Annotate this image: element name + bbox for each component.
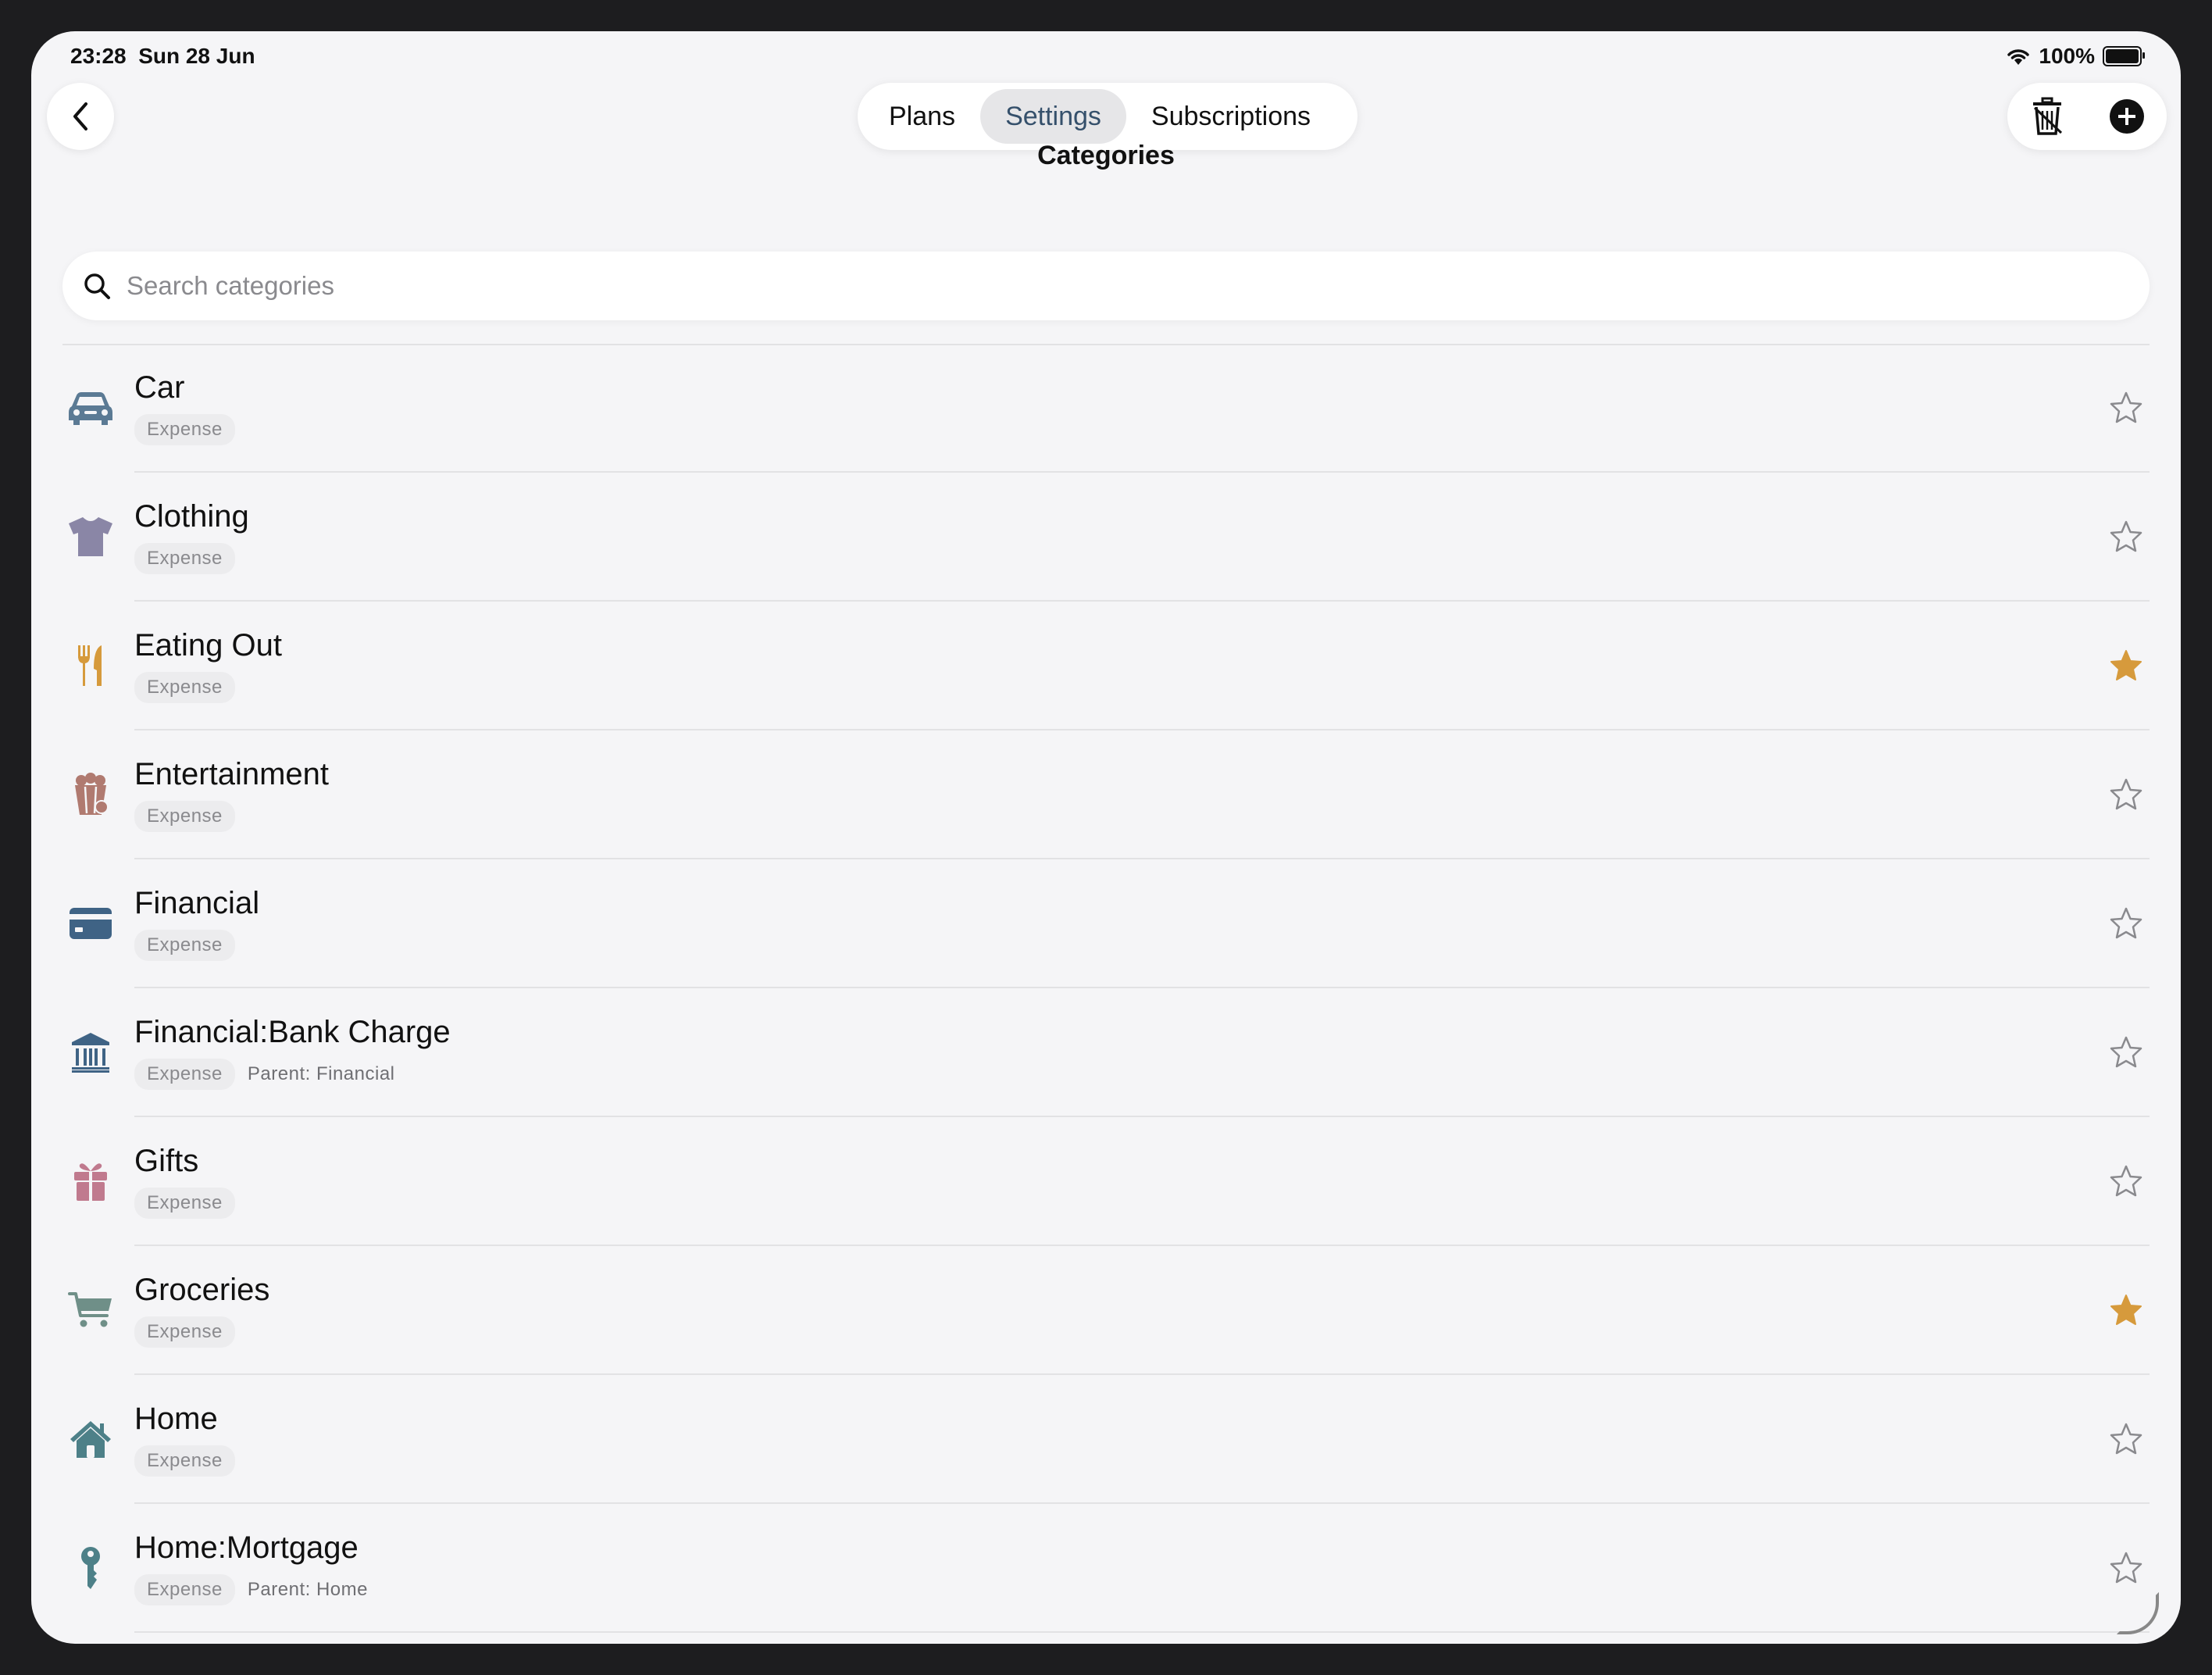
- favorite-button[interactable]: [2106, 774, 2146, 815]
- list-item[interactable]: Gifts Expense: [31, 1117, 2181, 1246]
- status-right: 100%: [2006, 44, 2145, 69]
- row-divider: [134, 1631, 2150, 1633]
- star-outline-icon: [2110, 391, 2142, 423]
- type-badge: Expense: [134, 543, 235, 574]
- type-badge: Expense: [134, 1574, 235, 1605]
- credit-card-icon: [66, 898, 116, 948]
- cart-icon: [66, 1285, 116, 1335]
- category-name: Clothing: [134, 499, 249, 534]
- app-screen: 23:28 Sun 28 Jun 100% Plans Settings Sub…: [31, 31, 2181, 1644]
- list-item[interactable]: Home Expense: [31, 1375, 2181, 1504]
- category-tags: Expense: [134, 543, 235, 574]
- favorite-button[interactable]: [2106, 1419, 2146, 1459]
- category-name: Financial:Bank Charge: [134, 1015, 451, 1049]
- category-tags: Expense: [134, 414, 235, 445]
- status-clock: 23:28: [70, 44, 127, 68]
- plus-circle-icon: [2110, 99, 2144, 134]
- type-badge: Expense: [134, 1316, 235, 1348]
- list-item[interactable]: Groceries Expense: [31, 1246, 2181, 1375]
- fork-knife-icon: [66, 641, 116, 691]
- favorite-button[interactable]: [2106, 516, 2146, 557]
- bank-icon: [66, 1027, 116, 1077]
- house-icon: [66, 1414, 116, 1464]
- search-bar[interactable]: [62, 252, 2150, 320]
- star-outline-icon: [2110, 1423, 2142, 1455]
- status-time: 23:28 Sun 28 Jun: [70, 44, 255, 69]
- category-tags: Expense: [134, 1316, 235, 1348]
- star-outline-icon: [2110, 520, 2142, 552]
- favorite-button[interactable]: [2106, 388, 2146, 428]
- favorite-button[interactable]: [2106, 1032, 2146, 1073]
- wifi-icon: [2007, 49, 2030, 65]
- gift-icon: [66, 1156, 116, 1206]
- category-name: Gifts: [134, 1144, 199, 1178]
- type-badge: Expense: [134, 414, 235, 445]
- search-input[interactable]: [125, 270, 2081, 302]
- chevron-left-icon: [73, 102, 87, 130]
- list-item[interactable]: Car Expense: [31, 344, 2181, 473]
- type-badge: Expense: [134, 930, 235, 961]
- category-name: Home: [134, 1402, 218, 1436]
- parent-label: Parent: Financial: [247, 1063, 395, 1084]
- list-item[interactable]: Financial:Bank Charge Expense Parent: Fi…: [31, 988, 2181, 1117]
- category-tags: Expense: [134, 930, 235, 961]
- star-outline-icon: [2110, 1036, 2142, 1068]
- list-item[interactable]: Entertainment Expense: [31, 730, 2181, 859]
- category-tags: Expense: [134, 801, 235, 832]
- list-item[interactable]: Financial Expense: [31, 859, 2181, 988]
- key-icon: [66, 1543, 116, 1593]
- trash-icon: [2033, 97, 2063, 135]
- category-name: Entertainment: [134, 757, 330, 791]
- category-tags: Expense: [134, 1445, 235, 1477]
- star-filled-icon: [2110, 1295, 2142, 1325]
- page-title: Categories: [1037, 141, 1175, 170]
- add-button[interactable]: [2103, 93, 2150, 140]
- favorite-button[interactable]: [2106, 645, 2146, 686]
- star-outline-icon: [2110, 1552, 2142, 1584]
- battery-percent: 100%: [2039, 44, 2095, 68]
- category-name: Financial: [134, 886, 260, 920]
- category-tags: Expense: [134, 672, 235, 703]
- list-item[interactable]: Clothing Expense: [31, 473, 2181, 602]
- category-tags: Expense Parent: Home: [134, 1574, 368, 1605]
- tab-subscriptions[interactable]: Subscriptions: [1126, 89, 1336, 144]
- type-badge: Expense: [134, 1188, 235, 1219]
- category-tags: Expense: [134, 1188, 235, 1219]
- car-icon: [66, 383, 116, 433]
- category-name: Groceries: [134, 1273, 270, 1307]
- status-bar: 23:28 Sun 28 Jun 100%: [31, 31, 2181, 86]
- shirt-icon: [66, 512, 116, 562]
- star-outline-icon: [2110, 907, 2142, 939]
- delete-button[interactable]: [2024, 93, 2071, 140]
- battery-icon: [2103, 46, 2145, 66]
- category-list: Car Expense Clothing Expense Eating Out …: [31, 344, 2181, 1633]
- star-filled-icon: [2110, 650, 2142, 680]
- category-name: Eating Out: [134, 628, 283, 662]
- parent-label: Parent: Home: [247, 1579, 368, 1600]
- type-badge: Expense: [134, 1059, 235, 1090]
- favorite-button[interactable]: [2106, 1548, 2146, 1588]
- type-badge: Expense: [134, 1445, 235, 1477]
- category-tags: Expense Parent: Financial: [134, 1059, 395, 1090]
- status-date: Sun 28 Jun: [138, 44, 255, 68]
- star-outline-icon: [2110, 1165, 2142, 1197]
- star-outline-icon: [2110, 778, 2142, 810]
- popcorn-icon: [66, 770, 116, 820]
- list-item[interactable]: Home:Mortgage Expense Parent: Home: [31, 1504, 2181, 1633]
- favorite-button[interactable]: [2106, 1161, 2146, 1202]
- category-name: Home:Mortgage: [134, 1530, 359, 1565]
- tab-settings[interactable]: Settings: [980, 89, 1126, 144]
- category-name: Car: [134, 370, 185, 405]
- tab-plans[interactable]: Plans: [864, 89, 980, 144]
- type-badge: Expense: [134, 672, 235, 703]
- search-icon: [84, 273, 110, 299]
- favorite-button[interactable]: [2106, 903, 2146, 944]
- type-badge: Expense: [134, 801, 235, 832]
- list-item[interactable]: Eating Out Expense: [31, 602, 2181, 730]
- favorite-button[interactable]: [2106, 1290, 2146, 1330]
